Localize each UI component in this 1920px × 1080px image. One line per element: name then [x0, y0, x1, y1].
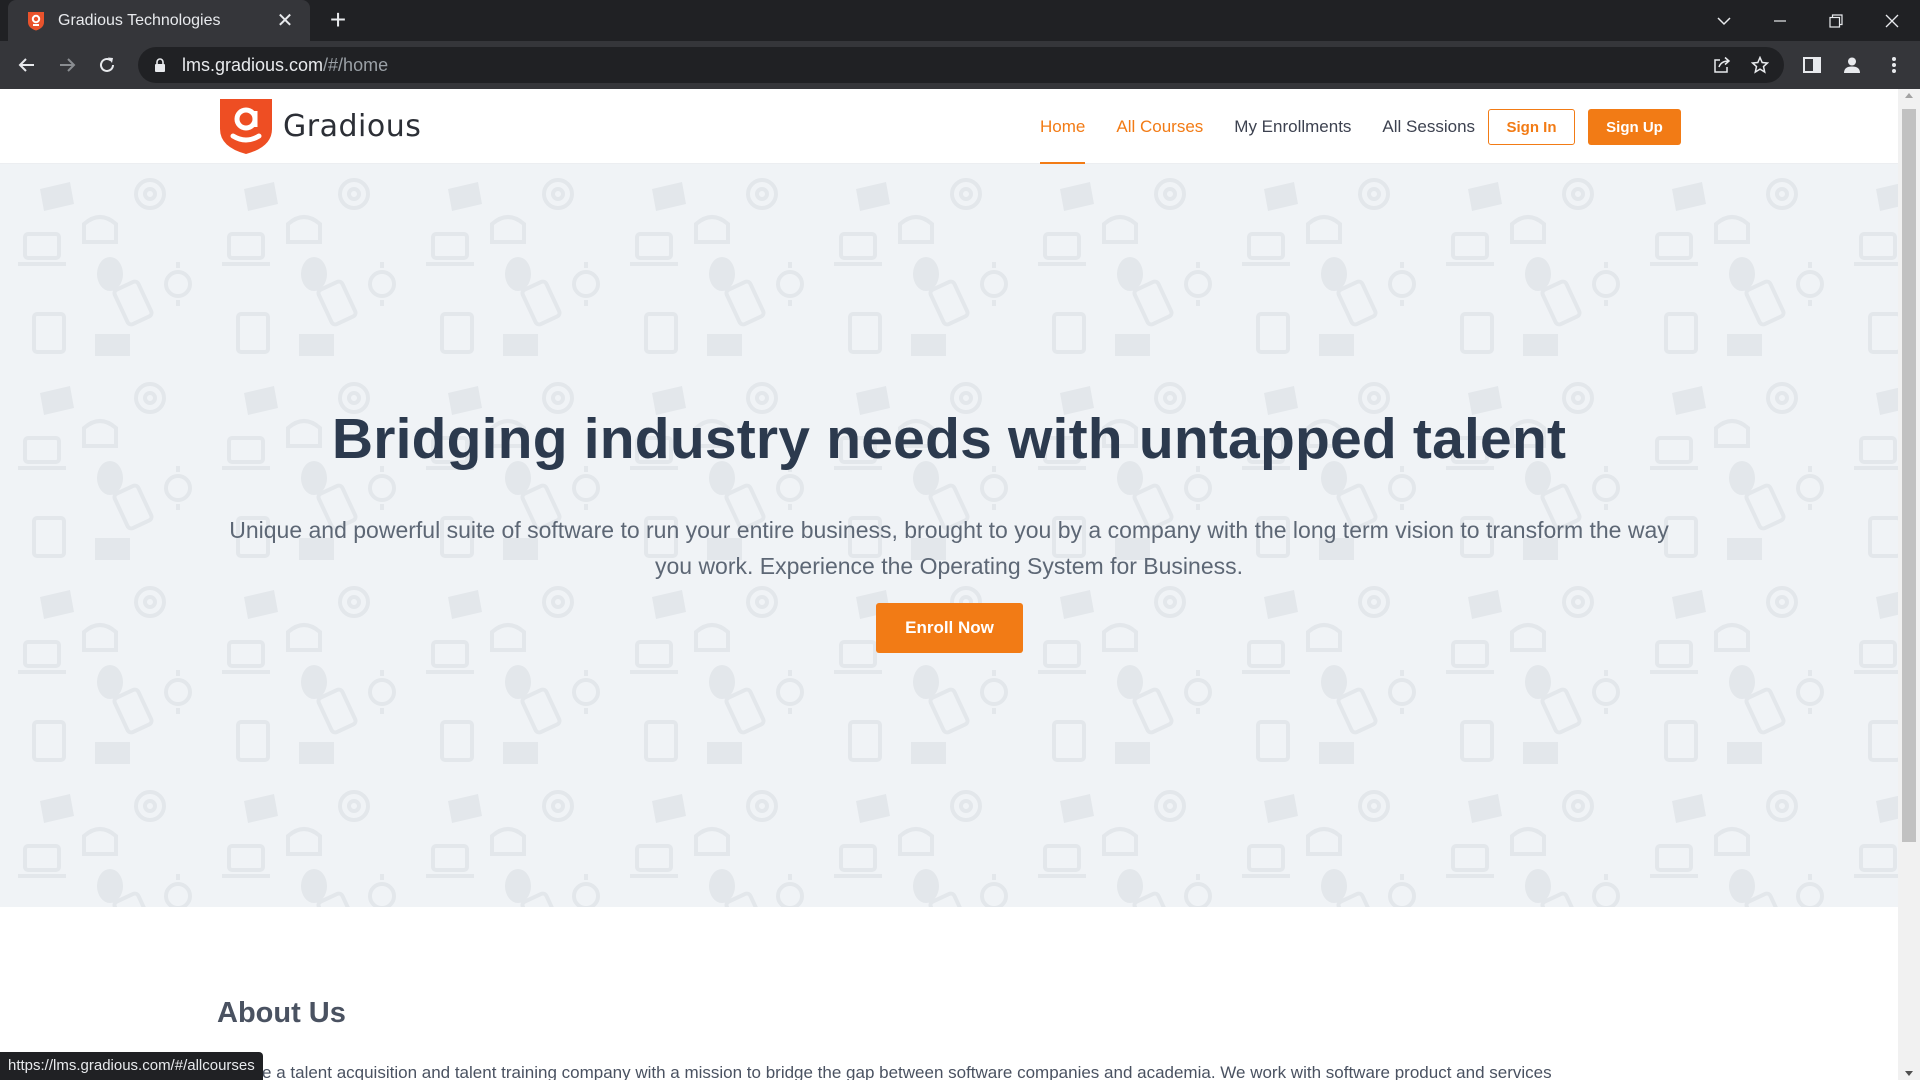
- profile-icon[interactable]: [1840, 53, 1864, 77]
- sign-in-button[interactable]: Sign In: [1488, 109, 1575, 145]
- forward-icon[interactable]: [51, 49, 83, 81]
- about-text: We are a talent acquisition and talent t…: [217, 1063, 1552, 1080]
- url-host: lms.gradious.com: [182, 54, 324, 75]
- close-window-icon[interactable]: [1864, 0, 1920, 41]
- nav-home[interactable]: Home: [1040, 89, 1086, 164]
- menu-kebab-icon[interactable]: [1882, 53, 1906, 77]
- back-icon[interactable]: [11, 49, 43, 81]
- new-tab-icon[interactable]: +: [324, 6, 352, 34]
- gradious-favicon-icon: [26, 11, 46, 31]
- about-title: About Us: [217, 997, 346, 1029]
- sign-up-button[interactable]: Sign Up: [1588, 109, 1681, 145]
- nav-all-sessions[interactable]: All Sessions: [1382, 89, 1475, 164]
- nav-my-enrollments[interactable]: My Enrollments: [1234, 89, 1351, 164]
- page-scrollbar[interactable]: [1898, 89, 1920, 1080]
- main-nav: Home All Courses My Enrollments All Sess…: [1040, 89, 1506, 164]
- hero-title: Bridging industry needs with untapped ta…: [331, 407, 1567, 471]
- bookmark-star-icon[interactable]: [1750, 55, 1770, 75]
- browser-toolbar: lms.gradious.com/#/home: [0, 41, 1920, 89]
- brand-name: Gradious: [283, 108, 422, 144]
- address-bar[interactable]: lms.gradious.com/#/home: [138, 47, 1784, 83]
- browser-tab[interactable]: Gradious Technologies ✕: [8, 0, 310, 41]
- scroll-up-icon[interactable]: [1905, 93, 1913, 98]
- side-panel-icon[interactable]: [1800, 53, 1824, 77]
- minimize-icon[interactable]: [1752, 0, 1808, 41]
- tab-title: Gradious Technologies: [58, 11, 221, 29]
- site-header: Gradious Home All Courses My Enrollments…: [0, 89, 1898, 164]
- tab-search-icon[interactable]: [1696, 0, 1752, 41]
- close-tab-icon[interactable]: ✕: [274, 10, 296, 32]
- share-icon[interactable]: [1712, 55, 1732, 75]
- reload-icon[interactable]: [91, 49, 123, 81]
- lock-icon[interactable]: [152, 57, 168, 73]
- hero-subtitle: Unique and powerful suite of software to…: [229, 517, 1669, 579]
- scroll-down-icon[interactable]: [1905, 1071, 1913, 1076]
- window-controls: [1696, 0, 1920, 41]
- page-viewport: Gradious Home All Courses My Enrollments…: [0, 89, 1898, 1080]
- restore-icon[interactable]: [1808, 0, 1864, 41]
- browser-tab-bar: Gradious Technologies ✕ +: [0, 0, 1920, 41]
- url-path: /#/home: [323, 54, 389, 75]
- nav-all-courses[interactable]: All Courses: [1116, 89, 1203, 164]
- gradious-logo[interactable]: Gradious: [217, 97, 421, 155]
- scrollbar-thumb[interactable]: [1902, 109, 1916, 842]
- hero-section: Bridging industry needs with untapped ta…: [0, 164, 1898, 907]
- enroll-now-button[interactable]: Enroll Now: [876, 603, 1023, 653]
- link-status-bubble: https://lms.gradious.com/#/allcourses: [0, 1052, 263, 1080]
- gradious-logo-icon: [220, 99, 272, 154]
